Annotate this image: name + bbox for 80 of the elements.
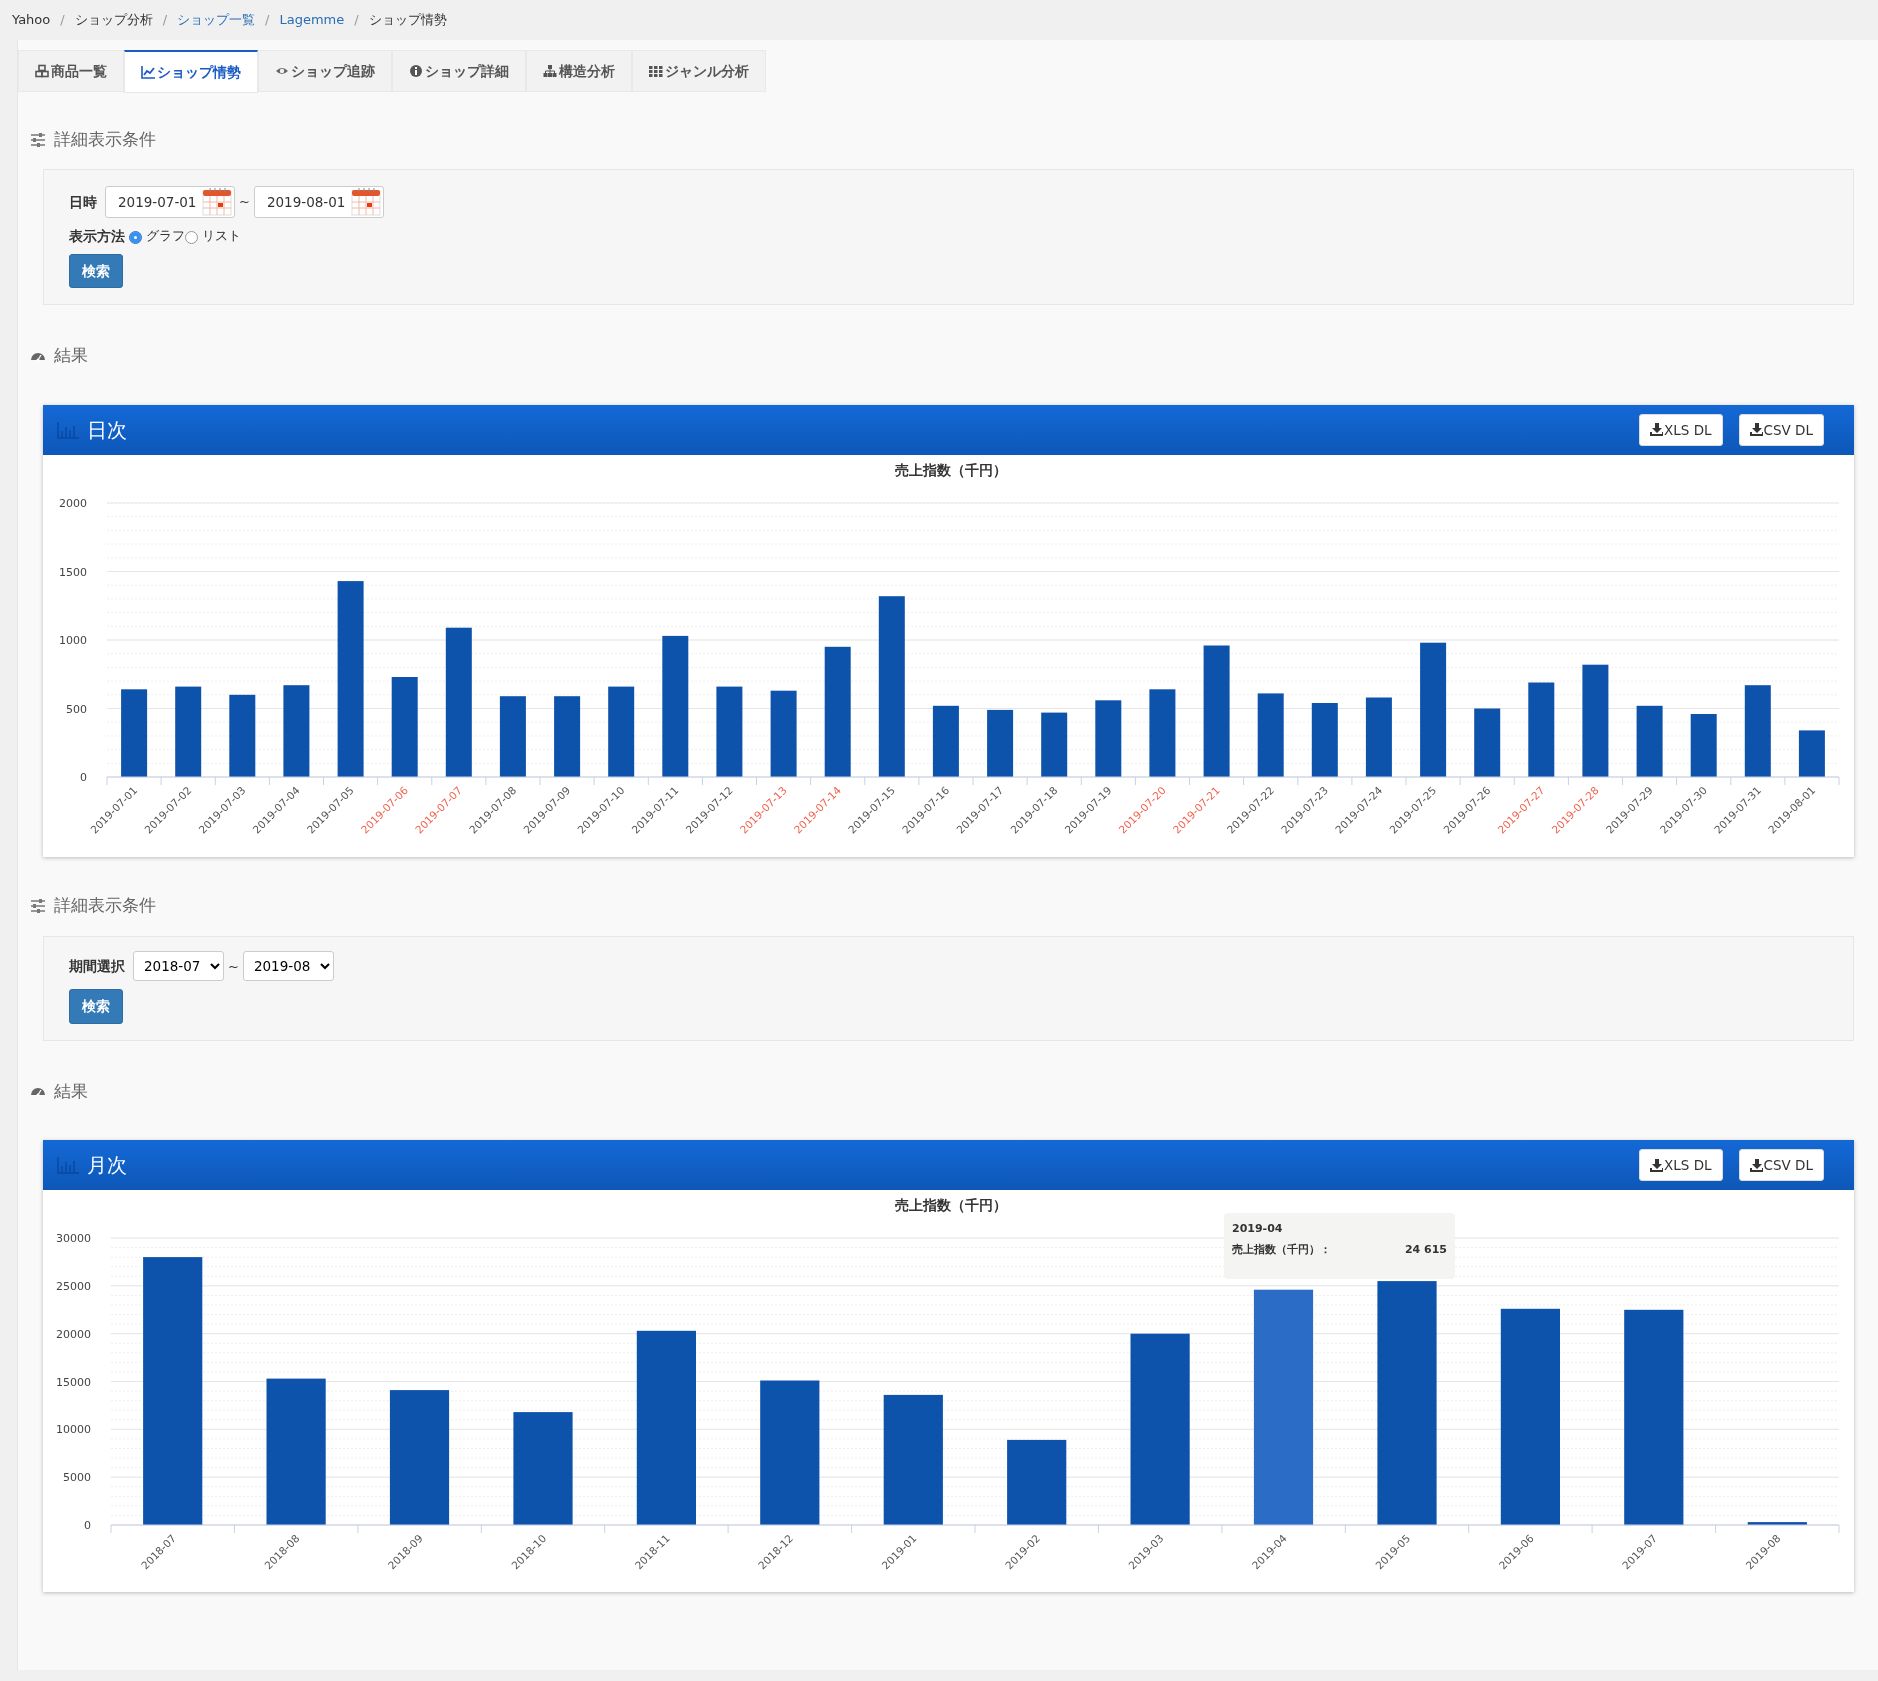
bar <box>1747 1522 1807 1525</box>
download-icon <box>1650 423 1663 437</box>
y-tick-label: 15000 <box>56 1375 91 1389</box>
section-title: 詳細表示条件 <box>54 893 156 917</box>
y-tick-label: 0 <box>84 1519 91 1532</box>
tab[interactable]: ショップ情勢 <box>124 50 258 94</box>
tab[interactable]: ジャンル分析 <box>632 50 766 93</box>
calendar-icon <box>202 187 232 217</box>
month-select[interactable]: 2019-08 <box>242 951 334 982</box>
tab[interactable]: ショップ追跡 <box>258 50 392 93</box>
line-chart-icon <box>141 65 155 80</box>
breadcrumb-separator: / <box>162 11 168 30</box>
download-icon <box>1749 1158 1763 1172</box>
field-label: 表示方法 <box>69 226 125 246</box>
range-separator: ~ <box>228 957 239 976</box>
download-icon <box>1650 1158 1663 1172</box>
card-title: 日次 <box>87 416 127 444</box>
chart-title: 売上指数（千円） <box>895 1197 1007 1213</box>
search-button[interactable]: 検索 <box>69 989 123 1024</box>
breadcrumb-separator: / <box>265 11 270 30</box>
section-title: 結果 <box>54 1079 88 1103</box>
field-label: 日時 <box>69 192 97 212</box>
breadcrumb-item: Yahoo <box>12 11 51 30</box>
sliders-icon <box>30 897 46 914</box>
y-tick-label: 20000 <box>56 1327 91 1341</box>
breadcrumb-item: ショップ分析 <box>74 11 153 30</box>
calendar-icon <box>350 187 381 217</box>
bar <box>1474 708 1501 777</box>
breadcrumb-link[interactable]: Lagemme <box>279 10 345 30</box>
y-tick-label: 500 <box>66 702 87 716</box>
breadcrumb-separator: / <box>60 11 65 30</box>
tooltip-label: 売上指数（千円）： <box>1232 1241 1331 1258</box>
download-button[interactable]: XLS DL <box>1639 1148 1723 1182</box>
y-tick-label: 10000 <box>56 1423 91 1437</box>
info-icon <box>409 64 423 79</box>
y-tick-label: 5000 <box>63 1471 91 1485</box>
sliders-icon <box>30 132 46 148</box>
field-label: 期間選択 <box>69 957 125 977</box>
tooltip-value: 24 615 <box>1404 1241 1447 1258</box>
y-tick-label: 25000 <box>56 1279 91 1293</box>
download-button[interactable]: CSV DL <box>1738 1148 1824 1182</box>
month-select[interactable]: 2018-07 <box>133 951 224 982</box>
bar <box>1041 712 1068 777</box>
y-tick-label: 1500 <box>59 565 87 579</box>
breadcrumb-link[interactable]: ショップ一覧 <box>177 10 256 30</box>
cubes-icon <box>35 64 49 79</box>
y-tick-label: 1000 <box>59 633 87 647</box>
tab[interactable]: 構造分析 <box>526 50 632 93</box>
radio-button[interactable] <box>129 231 142 245</box>
tab[interactable]: ショップ詳細 <box>392 50 526 93</box>
download-icon <box>1749 423 1763 437</box>
download-button[interactable]: XLS DL <box>1639 413 1723 446</box>
bar <box>1798 730 1825 777</box>
bar-chart-icon <box>57 420 79 439</box>
bar <box>1690 713 1717 777</box>
range-separator: ~ <box>239 193 250 211</box>
tab[interactable]: 商品一覧 <box>18 50 124 93</box>
download-button[interactable]: CSV DL <box>1738 413 1824 446</box>
chart-title: 売上指数（千円） <box>895 461 1007 478</box>
breadcrumb-item: ショップ情勢 <box>368 11 447 30</box>
y-tick-label: 2000 <box>59 496 87 510</box>
bar-chart-icon <box>57 1156 79 1174</box>
bar <box>932 705 959 777</box>
card-title: 月次 <box>87 1152 127 1179</box>
y-tick-label: 0 <box>80 770 87 784</box>
tooltip-title: 2019-04 <box>1232 1221 1284 1237</box>
section-title: 詳細表示条件 <box>54 128 156 152</box>
y-tick-label: 30000 <box>56 1232 91 1245</box>
grid-icon <box>649 64 663 79</box>
radio-button[interactable] <box>185 231 198 245</box>
breadcrumb-separator: / <box>354 11 359 30</box>
sitemap-icon <box>543 64 557 79</box>
bar <box>987 709 1014 777</box>
bar <box>1636 705 1663 777</box>
search-button[interactable]: 検索 <box>69 254 123 289</box>
radio-label: リスト <box>202 227 241 246</box>
date-field[interactable]: 2019-08-01 <box>253 185 384 218</box>
date-field[interactable]: 2019-07-01 <box>105 185 235 218</box>
radio-label: グラフ <box>146 227 185 246</box>
section-title: 結果 <box>54 344 88 368</box>
